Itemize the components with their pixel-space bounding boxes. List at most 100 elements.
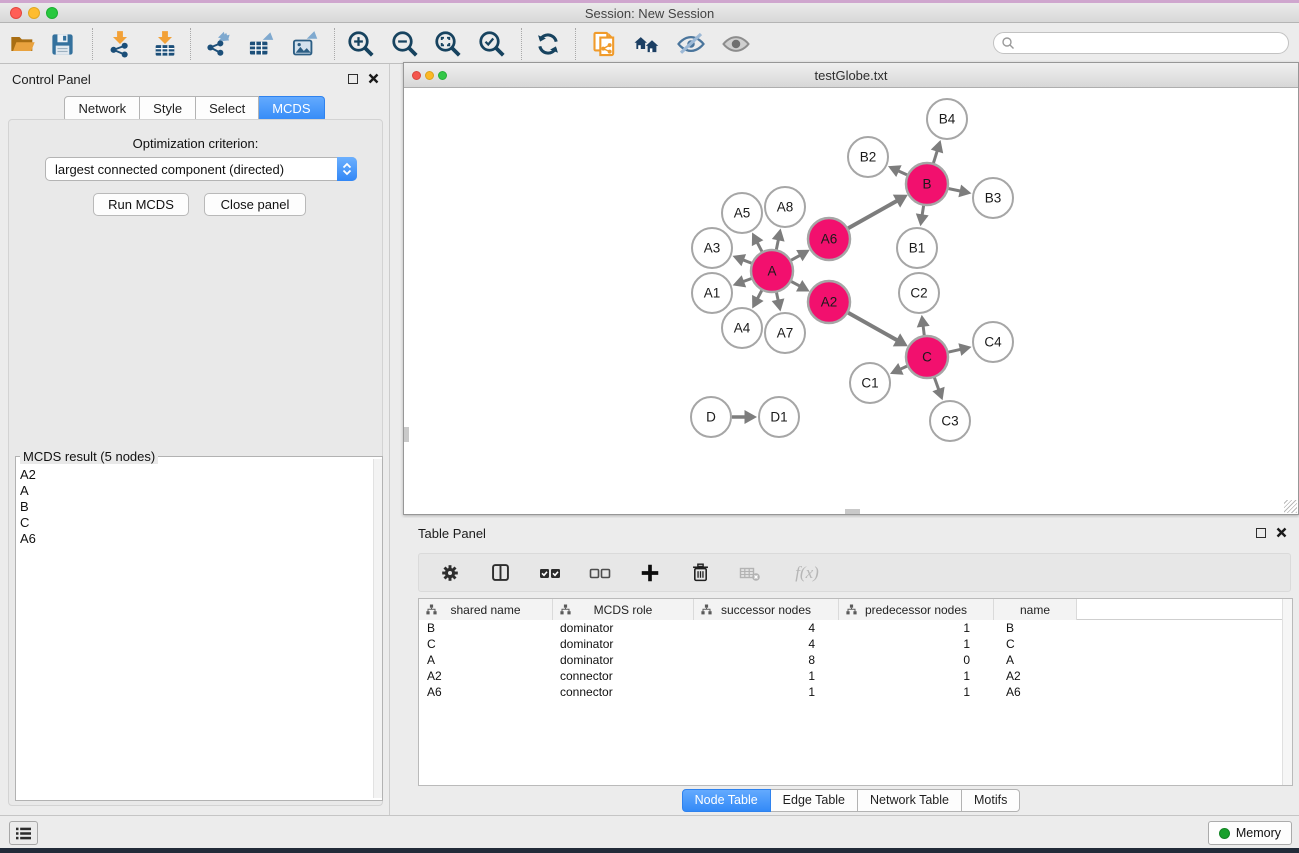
graph-node-B[interactable]: B (906, 163, 948, 205)
graph-edge-C-C1[interactable] (900, 366, 908, 370)
function-builder-button[interactable]: f(x) (787, 560, 827, 586)
import-table-button[interactable] (149, 29, 181, 59)
graph-edge-A-A4[interactable] (757, 290, 762, 299)
show-all-button[interactable] (720, 29, 752, 59)
save-session-button[interactable] (46, 29, 78, 59)
graph-node-C2[interactable]: C2 (899, 273, 939, 313)
graph-edge-B-B3[interactable] (948, 188, 961, 191)
deselect-all-button[interactable] (587, 560, 613, 586)
search-field[interactable] (993, 32, 1289, 54)
criterion-dropdown[interactable]: largest connected component (directed) (45, 157, 357, 181)
graph-node-B3[interactable]: B3 (973, 178, 1013, 218)
network-window-titlebar[interactable]: testGlobe.txt (404, 63, 1298, 88)
mcds-result-item[interactable]: A6 (20, 531, 372, 547)
close-panel-icon[interactable] (368, 73, 379, 84)
mcds-result-scrollbar[interactable] (373, 459, 382, 798)
table-row[interactable]: A2connector11A2 (419, 668, 1282, 684)
show-column-button[interactable] (487, 560, 513, 586)
graph-edge-C-C3[interactable] (934, 377, 939, 390)
graph-edge-A-A1[interactable] (743, 278, 752, 281)
table-row[interactable]: Bdominator41B (419, 620, 1282, 636)
delete-table-button[interactable] (737, 560, 763, 586)
column-header-name[interactable]: name (994, 599, 1077, 620)
graph-edge-A-A7[interactable] (776, 292, 778, 301)
graph-node-D[interactable]: D (691, 397, 731, 437)
graph-edge-B-B2[interactable] (898, 171, 908, 176)
graph-node-C3[interactable]: C3 (930, 401, 970, 441)
graph-node-A1[interactable]: A1 (692, 273, 732, 313)
graph-node-B4[interactable]: B4 (927, 99, 967, 139)
zoom-in-button[interactable] (345, 29, 377, 59)
mcds-result-item[interactable]: B (20, 499, 372, 515)
table-row[interactable]: A6connector11A6 (419, 684, 1282, 700)
open-file-button[interactable] (7, 29, 39, 59)
mcds-result-item[interactable]: C (20, 515, 372, 531)
graph-edge-A-A8[interactable] (776, 239, 778, 250)
table-options-button[interactable] (437, 560, 463, 586)
graph-node-C4[interactable]: C4 (973, 322, 1013, 362)
task-history-button[interactable] (9, 821, 38, 845)
select-all-button[interactable] (537, 560, 563, 586)
mcds-result-item[interactable]: A (20, 483, 372, 499)
graph-node-B1[interactable]: B1 (897, 228, 937, 268)
network-canvas[interactable]: B4 B2 B B3 B1 A6 A5A8 A3 A A1A4A7A2 C2 C C4 C1 C3 D D1 (404, 89, 1298, 514)
graph-edge-A-A3[interactable] (743, 260, 753, 264)
graph-node-A4[interactable]: A4 (722, 308, 762, 348)
tab-network-table[interactable]: Network Table (858, 789, 962, 812)
graph-node-D1[interactable]: D1 (759, 397, 799, 437)
graph-edge-A6-B[interactable] (847, 201, 897, 229)
graph-node-C[interactable]: C (906, 336, 948, 378)
zoom-selected-button[interactable] (476, 29, 508, 59)
resize-grip-icon[interactable] (1284, 500, 1297, 513)
column-header-successor-nodes[interactable]: successor nodes (694, 599, 839, 620)
table-scrollbar[interactable] (1282, 599, 1292, 785)
zoom-out-button[interactable] (389, 29, 421, 59)
graph-node-A6[interactable]: A6 (808, 218, 850, 260)
add-column-button[interactable] (637, 560, 663, 586)
graph-node-A[interactable]: A (751, 250, 793, 292)
graph-edge-A-A5[interactable] (757, 242, 762, 252)
column-header-shared-name[interactable]: shared name (419, 599, 553, 620)
graph-edge-A-A2[interactable] (790, 281, 800, 286)
first-neighbors-button[interactable] (631, 29, 663, 59)
graph-node-A5[interactable]: A5 (722, 193, 762, 233)
export-image-button[interactable] (289, 29, 321, 59)
close-panel-icon[interactable] (1276, 527, 1287, 538)
graph-edge-B-B1[interactable] (922, 205, 924, 216)
graph-node-A2[interactable]: A2 (808, 281, 850, 323)
graph-node-C1[interactable]: C1 (850, 363, 890, 403)
delete-column-button[interactable] (687, 560, 713, 586)
float-panel-icon[interactable] (1256, 528, 1266, 538)
graph-node-B2[interactable]: B2 (848, 137, 888, 177)
graph-node-A8[interactable]: A8 (765, 187, 805, 227)
graph-node-A3[interactable]: A3 (692, 228, 732, 268)
export-table-button[interactable] (245, 29, 277, 59)
close-panel-button[interactable]: Close panel (204, 193, 306, 216)
refresh-button[interactable] (532, 29, 564, 59)
graph-edge-C-C4[interactable] (947, 349, 960, 352)
graph-edge-C-C2[interactable] (923, 326, 924, 336)
tab-motifs[interactable]: Motifs (962, 789, 1020, 812)
run-mcds-button[interactable]: Run MCDS (93, 193, 189, 216)
tab-node-table[interactable]: Node Table (682, 789, 771, 812)
network-horizontal-scroll-thumb[interactable] (845, 509, 860, 514)
table-row[interactable]: Cdominator41C (419, 636, 1282, 652)
graph-edge-A-A6[interactable] (790, 255, 800, 261)
zoom-fit-button[interactable] (432, 29, 464, 59)
new-network-from-selection-button[interactable] (589, 29, 621, 59)
graph-edge-B-B4[interactable] (933, 151, 937, 164)
graph-node-A7[interactable]: A7 (765, 313, 805, 353)
import-network-button[interactable] (104, 29, 136, 59)
memory-button[interactable]: Memory (1208, 821, 1292, 845)
float-panel-icon[interactable] (348, 74, 358, 84)
table-row[interactable]: Adominator80A (419, 652, 1282, 668)
hide-selected-button[interactable] (675, 29, 707, 59)
mcds-result-item[interactable]: A2 (20, 467, 372, 483)
search-input[interactable] (1015, 36, 1275, 50)
network-vertical-scroll-thumb[interactable] (404, 427, 409, 442)
column-header-mcds-role[interactable]: MCDS role (553, 599, 694, 620)
export-network-button[interactable] (202, 29, 234, 59)
column-header-predecessor-nodes[interactable]: predecessor nodes (839, 599, 994, 620)
graph-edge-A2-C[interactable] (847, 312, 897, 340)
tab-edge-table[interactable]: Edge Table (771, 789, 858, 812)
